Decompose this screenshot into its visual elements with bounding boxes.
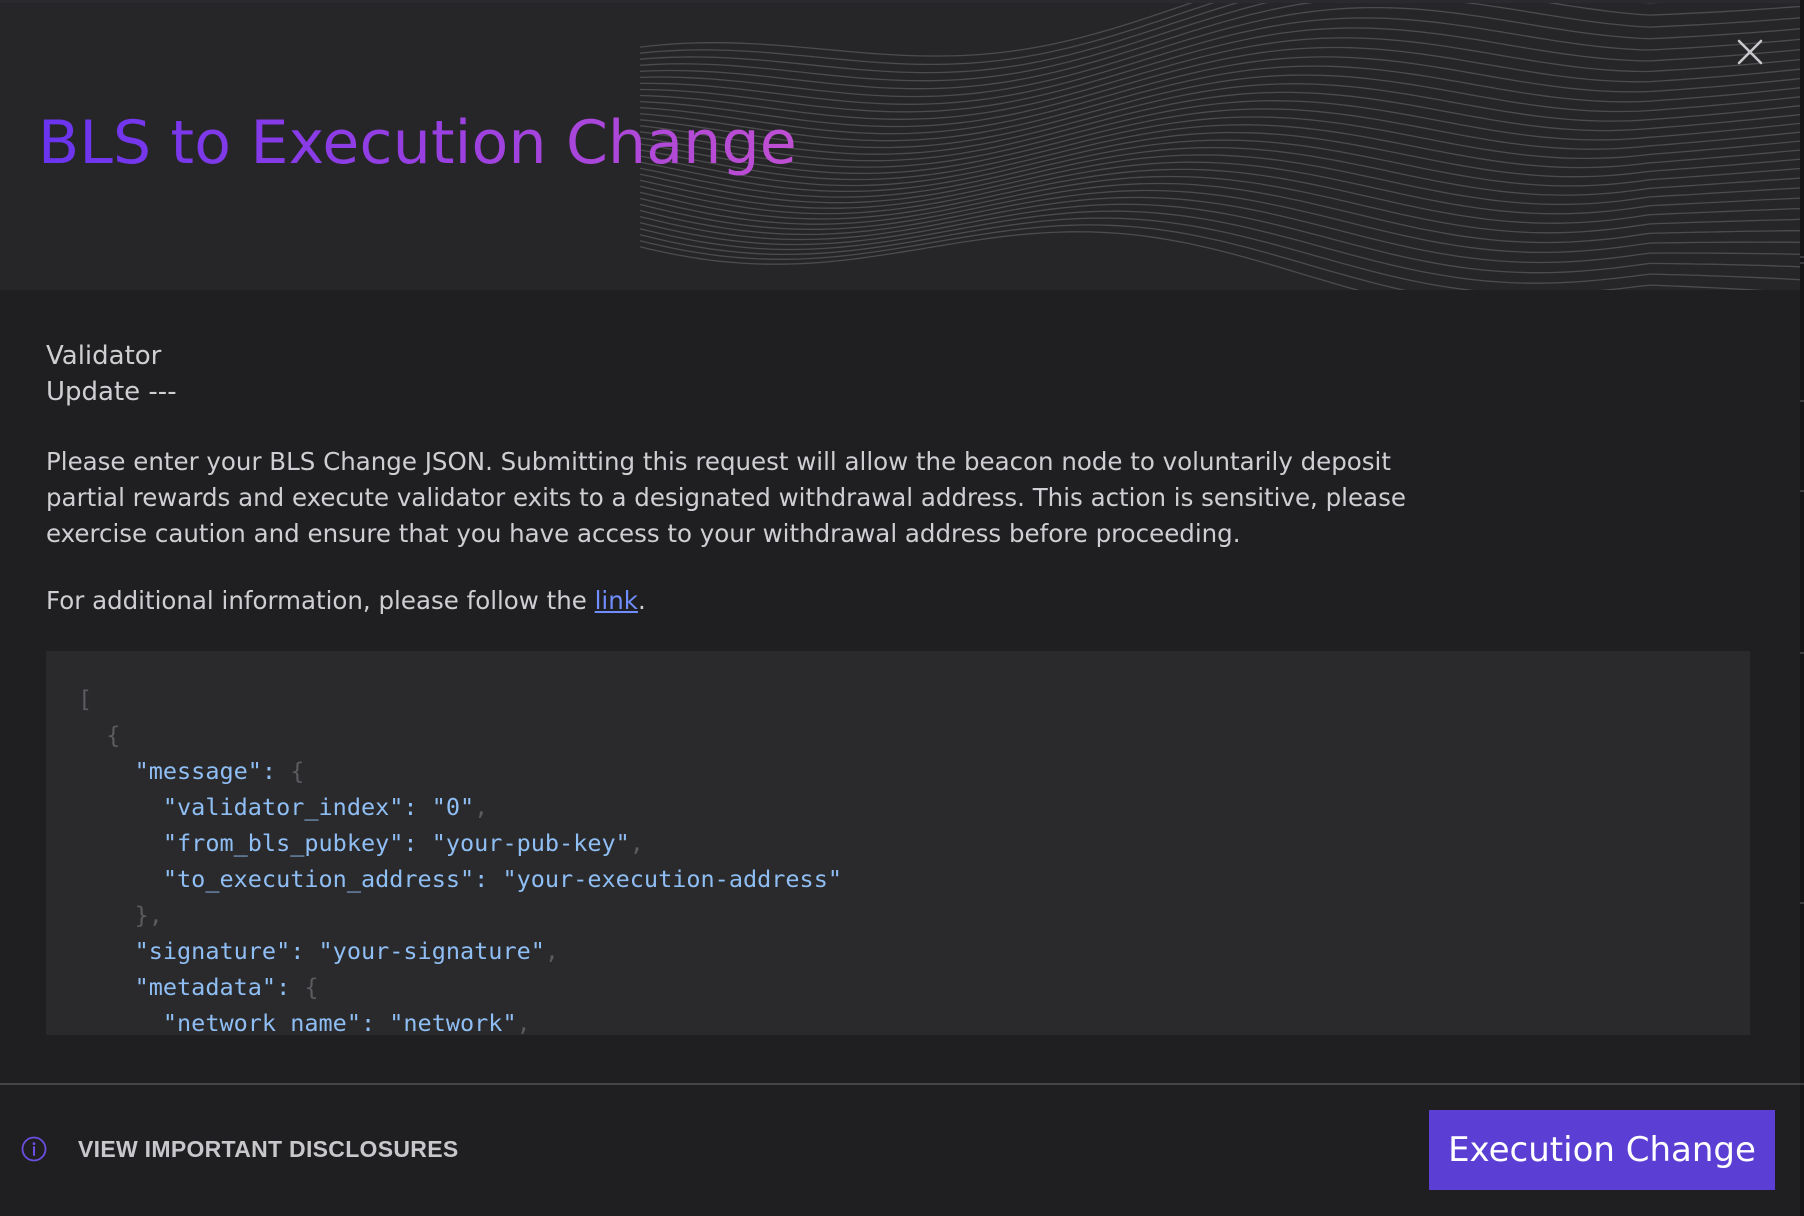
- modal-header: BLS to Execution Change: [0, 0, 1800, 290]
- wave-line: [639, 46, 1800, 128]
- info-icon: [21, 1136, 47, 1162]
- code-line: "signature": "your-signature",: [78, 933, 1750, 969]
- info-suffix: .: [637, 586, 646, 615]
- close-button[interactable]: [1730, 32, 1770, 72]
- code-key: "to_execution_address": "your-execution-…: [162, 865, 843, 893]
- bls-change-modal: BLS to Execution Change Validator Update…: [0, 0, 1800, 1216]
- code-key: "metadata":: [134, 973, 305, 1001]
- code-punct: ,: [629, 829, 644, 857]
- close-icon: [1737, 39, 1763, 65]
- disclosures-label: VIEW IMPORTANT DISCLOSURES: [78, 1135, 459, 1162]
- update-label: Update ---: [46, 377, 177, 407]
- code-punct: },: [134, 901, 163, 929]
- bls-json-input[interactable]: [ { "message": { "validator_index": "0",…: [46, 651, 1750, 1035]
- background-scroll-edge: [1800, 0, 1804, 1216]
- code-line: "network_name": "network",: [78, 1005, 1750, 1035]
- code-key: "message":: [134, 757, 291, 785]
- modal-top-border: [0, 0, 1800, 3]
- code-punct: ,: [474, 793, 489, 821]
- code-line: "from_bls_pubkey": "your-pub-key",: [78, 825, 1750, 861]
- wave-line: [639, 139, 1800, 198]
- code-line: "validator_index": "0",: [78, 789, 1750, 825]
- code-punct: {: [290, 757, 305, 785]
- code-line: },: [78, 897, 1750, 933]
- code-line: {: [78, 717, 1750, 753]
- code-key: "signature": "your-signature": [134, 937, 545, 965]
- description-text: Please enter your BLS Change JSON. Submi…: [46, 447, 1406, 548]
- footer-divider: [0, 1083, 1800, 1085]
- code-key: "network_name": "network": [162, 1009, 517, 1035]
- wave-line: [639, 37, 1800, 120]
- info-link[interactable]: link: [595, 586, 638, 615]
- code-key: "validator_index": "0": [162, 793, 475, 821]
- info-prefix: For additional information, please follo…: [46, 586, 595, 615]
- code-key: "from_bls_pubkey": "your-pub-key": [162, 829, 630, 857]
- validator-info: Validator Update ---: [46, 338, 1446, 410]
- additional-info-text: For additional information, please follo…: [46, 583, 646, 619]
- wave-line: [639, 0, 1726, 74]
- view-disclosures-button[interactable]: VIEW IMPORTANT DISCLOSURES: [20, 1126, 459, 1172]
- code-line: "message": {: [78, 753, 1750, 789]
- code-punct: ,: [516, 1009, 531, 1035]
- wave-line: [639, 56, 1800, 135]
- execution-change-button[interactable]: Execution Change: [1429, 1110, 1775, 1190]
- wave-line: [639, 210, 1800, 284]
- wave-line: [639, 161, 1800, 215]
- code-punct: ,: [544, 937, 560, 965]
- wave-line: [639, 0, 1224, 66]
- code-line: "to_execution_address": "your-execution-…: [78, 861, 1750, 897]
- code-line: [: [78, 681, 1750, 717]
- wave-line: [639, 146, 1800, 204]
- validator-label: Validator: [46, 341, 162, 371]
- code-punct: [: [78, 685, 93, 713]
- code-punct: {: [106, 721, 121, 749]
- code-line: "metadata": {: [78, 969, 1750, 1005]
- modal-title: BLS to Execution Change: [38, 108, 797, 178]
- wave-line: [639, 0, 1800, 82]
- code-punct: {: [304, 973, 319, 1001]
- wave-line: [639, 27, 1800, 113]
